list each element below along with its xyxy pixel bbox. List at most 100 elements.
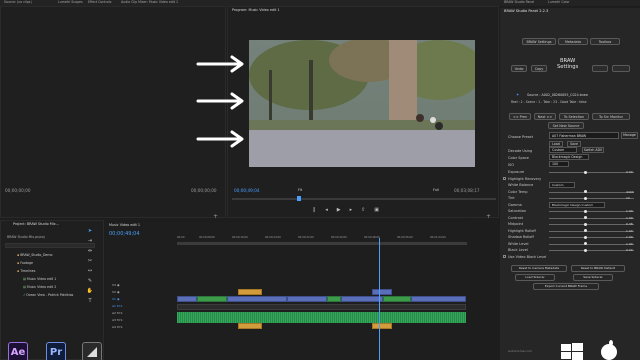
hand-icon[interactable]: ✋ [87, 288, 93, 294]
add-button-icon[interactable]: + [213, 213, 218, 220]
solo-icon[interactable]: S [121, 318, 123, 322]
full-dropdown[interactable]: Full [433, 188, 439, 192]
tab-braw-settings[interactable]: BRAW Settings [522, 38, 556, 45]
braw-row-value[interactable]: 4400 [626, 190, 634, 194]
to-selection-button[interactable]: To Selection [559, 113, 589, 120]
video-clip[interactable] [227, 296, 287, 302]
eye-icon[interactable]: ◉ [117, 290, 120, 294]
manage-button[interactable]: Manage [621, 132, 638, 139]
redo-button[interactable] [612, 65, 630, 72]
timeline-ruler[interactable]: 00;00 00;00;08;00 00;00;16;00 00;00;24;0… [177, 236, 467, 241]
set-new-source-button[interactable]: Set New Source [548, 122, 584, 129]
braw-row-slider[interactable] [549, 216, 634, 219]
braw-row-slider[interactable] [549, 209, 634, 213]
braw-row-value[interactable]: 0.38 [626, 222, 633, 226]
copy-button[interactable]: Copy [531, 65, 547, 72]
decode-select[interactable]: Custom [549, 147, 577, 153]
adjustment-clip[interactable] [238, 289, 262, 295]
audio-waveform[interactable] [177, 316, 466, 323]
braw-row-select[interactable]: Blackmagic Design Custom [549, 201, 605, 208]
braw-row-value[interactable]: 0.00 [626, 170, 633, 174]
next-button[interactable]: Next >> [534, 113, 556, 120]
selection-tool-icon[interactable]: ➤ [88, 228, 92, 234]
lift-icon[interactable]: ⇧ [361, 207, 365, 215]
track-header-a4[interactable]: A4 M S [112, 325, 172, 332]
checkbox[interactable] [503, 255, 506, 258]
project-search-input[interactable] [5, 243, 95, 248]
video-clip[interactable] [383, 296, 411, 302]
mute-icon[interactable]: M [117, 318, 120, 322]
track-header-v1[interactable]: V1 ◉ [112, 297, 172, 304]
audio-clip[interactable] [372, 323, 392, 329]
tab-braw-panel[interactable]: BRAW Studio Panel [504, 0, 534, 4]
video-clip[interactable] [197, 296, 227, 302]
solo-icon[interactable]: S [121, 304, 123, 308]
step-back-icon[interactable]: ◂ [325, 207, 328, 215]
eye-icon[interactable]: ◉ [117, 297, 120, 301]
slider-knob[interactable] [584, 216, 587, 219]
switch-adv-button[interactable]: Switch ADV [582, 147, 604, 153]
work-area-bar[interactable] [177, 242, 467, 245]
play-icon[interactable]: ▶ [337, 207, 341, 215]
paste-button[interactable] [592, 65, 608, 72]
track-header-v3[interactable]: V3 ◉ [112, 283, 172, 290]
checkbox[interactable] [503, 177, 506, 180]
mute-icon[interactable]: M [117, 304, 120, 308]
add-button-icon[interactable]: + [486, 213, 491, 220]
save-sidecar-button[interactable]: Save Sidecar [573, 274, 613, 281]
timeline-playhead[interactable] [379, 238, 380, 360]
mark-in-icon[interactable]: ❙ [312, 207, 316, 215]
braw-row-value[interactable]: 1.00 [626, 229, 633, 233]
project-tab[interactable]: Project: BRAW Studio Mix... [13, 222, 59, 226]
tab-lumetri-color[interactable]: Lumetri Color [548, 0, 570, 4]
export-frame-icon[interactable]: ▣ [374, 207, 379, 215]
video-clip[interactable] [327, 296, 341, 302]
to-src-monitor-button[interactable]: To Src Monitor [592, 113, 630, 120]
track-header-v2[interactable]: V2 ◉ [112, 290, 172, 297]
load-sidecar-button[interactable]: Load Sidecar [515, 274, 555, 281]
tab-effect-controls[interactable]: Effect Controls [88, 0, 111, 4]
braw-row-slider[interactable] [549, 170, 634, 174]
iso-select[interactable]: 100 [549, 161, 569, 167]
slider-knob[interactable] [584, 170, 587, 174]
braw-row-slider[interactable] [549, 222, 634, 226]
braw-row-slider[interactable] [549, 248, 634, 252]
braw-row-slider[interactable] [549, 235, 634, 239]
preset-select[interactable]: A07 Fisherman BRAW [549, 132, 619, 139]
slider-knob[interactable] [584, 229, 587, 232]
track-header-a2[interactable]: A2 M S [112, 311, 172, 318]
tab-audio-clip-mixer[interactable]: Audio Clip Mixer: Music Video edit 1 [121, 0, 178, 4]
video-clip[interactable] [287, 296, 327, 302]
braw-row-slider[interactable] [549, 242, 634, 245]
braw-row-slider[interactable] [549, 196, 634, 200]
braw-row-value[interactable]: 10 [626, 196, 630, 200]
tab-metadata[interactable]: Metadata [558, 38, 588, 45]
ripple-edit-icon[interactable]: ⇹ [88, 248, 92, 254]
braw-row-slider[interactable] [549, 190, 634, 193]
track-header-a3[interactable]: A3 M S [112, 318, 172, 325]
tab-toolbox[interactable]: Toolbox [590, 38, 620, 45]
timeline-timecode[interactable]: 00;00;49;04 [109, 231, 140, 237]
braw-row-value[interactable]: 0.00 [626, 248, 633, 252]
eye-icon[interactable]: ◉ [117, 283, 120, 287]
program-tab[interactable]: Program: Music Video edit 1 [232, 8, 280, 12]
tab-source[interactable]: Source: (no clips) [4, 0, 32, 4]
braw-row-value[interactable]: 1.00 [626, 235, 633, 239]
fit-dropdown[interactable]: Fit [298, 188, 302, 192]
mute-icon[interactable]: M [117, 311, 120, 315]
razor-icon[interactable]: ✂ [88, 258, 92, 264]
slider-knob[interactable] [584, 222, 587, 226]
reset-camera-metadata-button[interactable]: Reset to Camera Metadata [511, 265, 567, 272]
video-clip[interactable] [372, 289, 392, 295]
prev-button[interactable]: << Prev [509, 113, 531, 120]
video-clip[interactable] [341, 296, 383, 302]
track-header-a1[interactable]: A1 M S [112, 304, 172, 311]
braw-row-value[interactable]: 1.00 [626, 209, 633, 213]
slider-knob[interactable] [584, 235, 587, 239]
braw-row-select[interactable]: Custom [549, 182, 575, 188]
braw-row-value[interactable]: 1.00 [626, 242, 633, 246]
slider-knob[interactable] [584, 242, 587, 245]
tab-lumetri-scopes[interactable]: Lumetri Scopes [58, 0, 83, 4]
braw-row-slider[interactable] [549, 229, 634, 232]
step-forward-icon[interactable]: ▸ [350, 207, 353, 215]
